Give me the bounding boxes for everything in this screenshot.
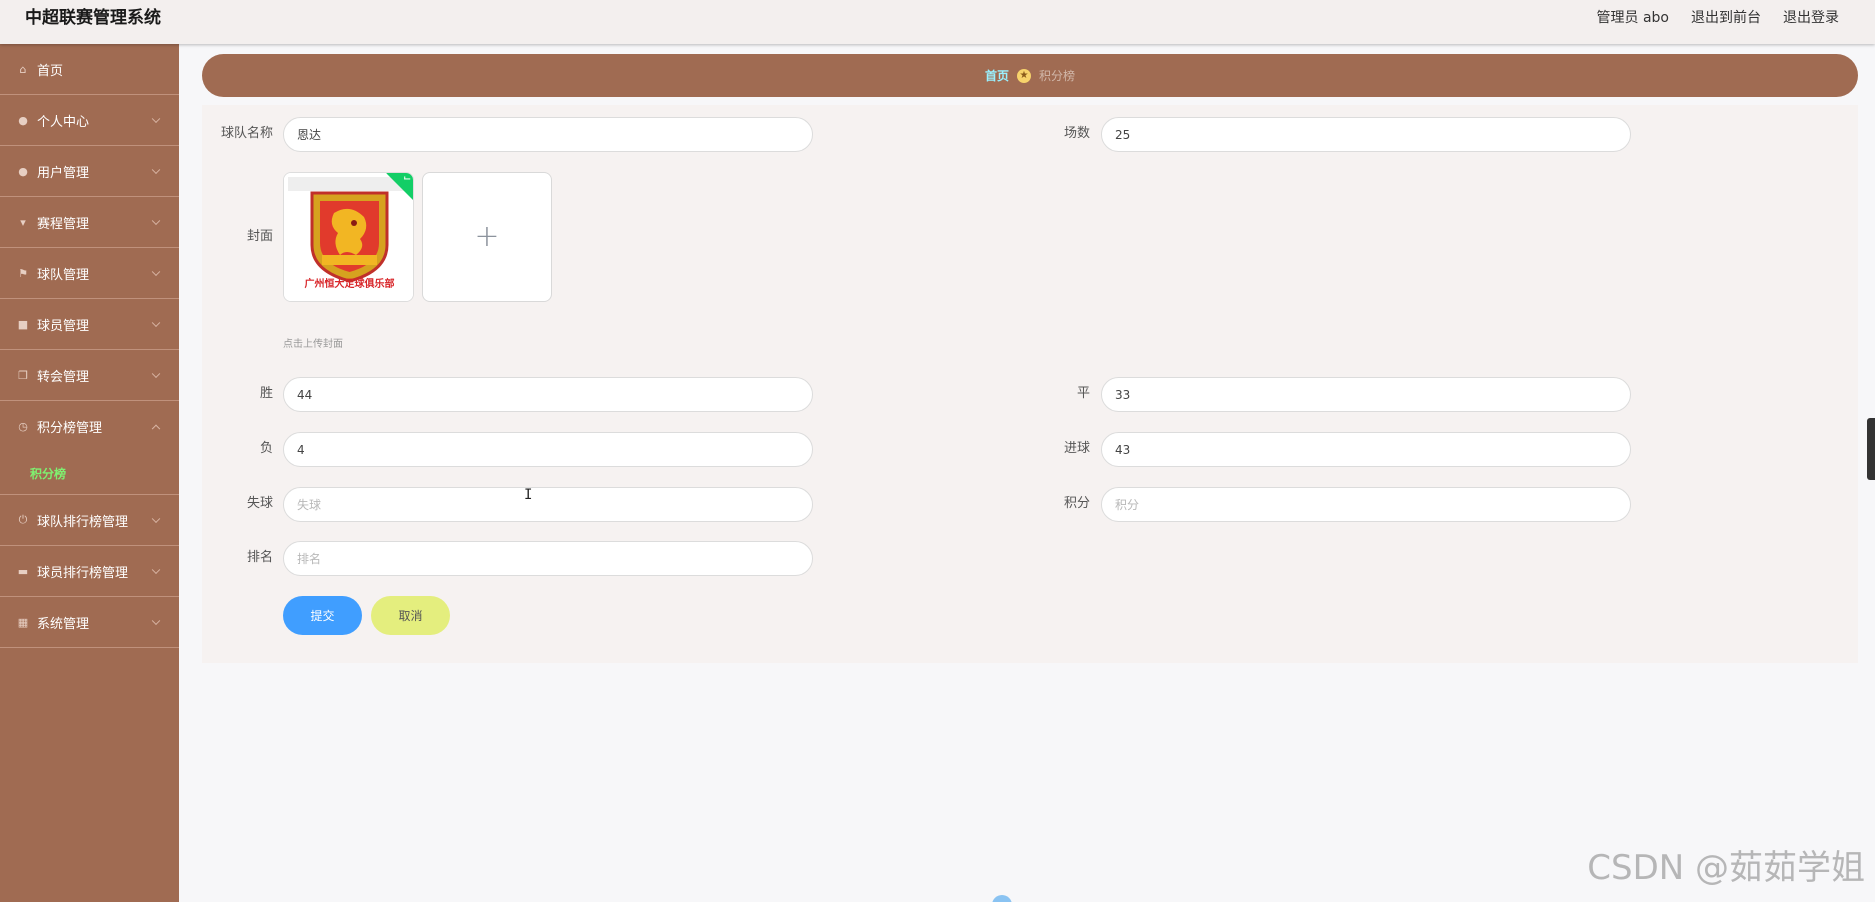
logout-link[interactable]: 退出登录 [1783,9,1839,27]
sidebar-item-label: 系统管理 [37,616,90,632]
star-icon: ★ [1017,68,1031,83]
sidebar-item-label: 球队排行榜管理 [37,514,129,530]
draw-input[interactable] [1101,377,1631,412]
sidebar-item-home[interactable]: ⌂ 首页 [0,44,179,95]
sidebar-item-label: 球员排行榜管理 [37,565,129,581]
sidebar-subitem-standings-table[interactable]: 积分榜 [0,452,179,495]
sidebar-item-label: 赛程管理 [37,216,90,232]
upload-cover-button[interactable]: + [422,172,552,302]
chevron-down-icon [151,318,161,328]
loss-label: 负 [259,441,273,456]
sidebar-item-players[interactable]: ■ 球员管理 [0,299,179,350]
team-name-label: 球队名称 [220,126,273,141]
sidebar-item-label: 球队管理 [37,267,90,283]
flag-icon: ⚑ [18,266,28,280]
upload-hint: 点击上传封面 [283,339,343,350]
chevron-down-icon [151,565,161,575]
breadcrumb: 首页 ★ 积分榜 [202,54,1858,97]
location-icon: ● [18,164,28,178]
clipboard-icon: ■ [17,317,29,331]
sidebar: ⌂ 首页 ● 个人中心 ● 用户管理 ▾ 赛程管理 ⚑ 球队管理 ■ 球员管理 … [0,44,179,902]
sidebar-item-player-ranking[interactable]: ▬ 球员排行榜管理 [0,546,179,597]
plus-icon: + [474,219,500,254]
chevron-down-icon [151,369,161,379]
cancel-button[interactable]: 取消 [371,596,450,635]
team-name-input[interactable] [283,117,813,152]
cover-image-thumbnail[interactable]: 广州恒大足球俱乐部 [283,172,414,302]
team-logo-caption: 广州恒大足球俱乐部 [304,279,395,290]
text-cursor-icon: I [524,487,533,503]
chat-icon: ▬ [17,564,29,578]
watermark: CSDN @茹茹学姐 [1587,848,1865,888]
trophy-icon: ▾ [20,215,26,229]
draw-label: 平 [1076,386,1090,401]
app-title: 中超联赛管理系统 [25,8,161,28]
cover-label: 封面 [246,229,273,244]
chevron-down-icon [151,616,161,626]
sidebar-item-label: 个人中心 [37,114,90,130]
sidebar-item-label: 用户管理 [37,165,90,181]
win-input[interactable] [283,377,813,412]
chevron-down-icon [151,114,161,124]
sidebar-item-system[interactable]: ▦ 系统管理 [0,597,179,648]
win-label: 胜 [259,386,273,401]
clock-icon: ◷ [18,420,28,433]
breadcrumb-current: 积分榜 [1039,69,1076,83]
chevron-down-icon [151,165,161,175]
chevron-down-icon [151,267,161,277]
header-links: 管理员 abo 退出到前台 退出登录 [1597,9,1839,27]
sidebar-item-teams[interactable]: ⚑ 球队管理 [0,248,179,299]
rank-input[interactable] [283,541,813,576]
goals-for-label: 进球 [1063,441,1090,456]
chevron-down-icon [151,514,161,524]
goals-against-label: 失球 [246,496,273,511]
sidebar-item-label: 球员管理 [37,318,90,334]
copy-icon: ❐ [18,368,28,382]
sidebar-item-profile[interactable]: ● 个人中心 [0,95,179,146]
points-label: 积分 [1063,496,1090,511]
sidebar-item-standings[interactable]: ◷ 积分榜管理 [0,401,179,452]
chevron-up-icon [151,424,161,433]
page-scrollbar-handle[interactable] [1867,418,1875,480]
user-icon: ● [18,113,28,127]
breadcrumb-home[interactable]: 首页 [985,67,1009,84]
sidebar-item-users[interactable]: ● 用户管理 [0,146,179,197]
goals-for-input[interactable] [1101,432,1631,467]
loss-input[interactable] [283,432,813,467]
chevron-down-icon [151,216,161,226]
sidebar-item-team-ranking[interactable]: ⏻ 球队排行榜管理 [0,495,179,546]
points-input[interactable] [1101,487,1631,522]
top-header: 中超联赛管理系统 管理员 abo 退出到前台 退出登录 [0,0,1875,44]
sidebar-item-label: 转会管理 [37,369,90,385]
sidebar-item-label: 积分榜管理 [37,421,103,436]
home-icon: ⌂ [19,62,27,76]
floating-indicator [992,895,1012,902]
matches-input[interactable] [1101,117,1631,152]
sidebar-item-schedule[interactable]: ▾ 赛程管理 [0,197,179,248]
current-user: 管理员 abo [1596,10,1669,26]
exit-to-front-link[interactable]: 退出到前台 [1691,9,1761,27]
rank-label: 排名 [246,550,273,565]
grid-icon: ▦ [17,615,29,629]
power-icon: ⏻ [18,513,28,526]
sidebar-subitem-label: 积分榜 [30,466,67,481]
goals-against-input[interactable] [283,487,813,522]
sidebar-item-label: 首页 [37,63,64,79]
sidebar-item-transfers[interactable]: ❐ 转会管理 [0,350,179,401]
submit-button[interactable]: 提交 [283,596,362,635]
matches-label: 场数 [1063,126,1090,141]
